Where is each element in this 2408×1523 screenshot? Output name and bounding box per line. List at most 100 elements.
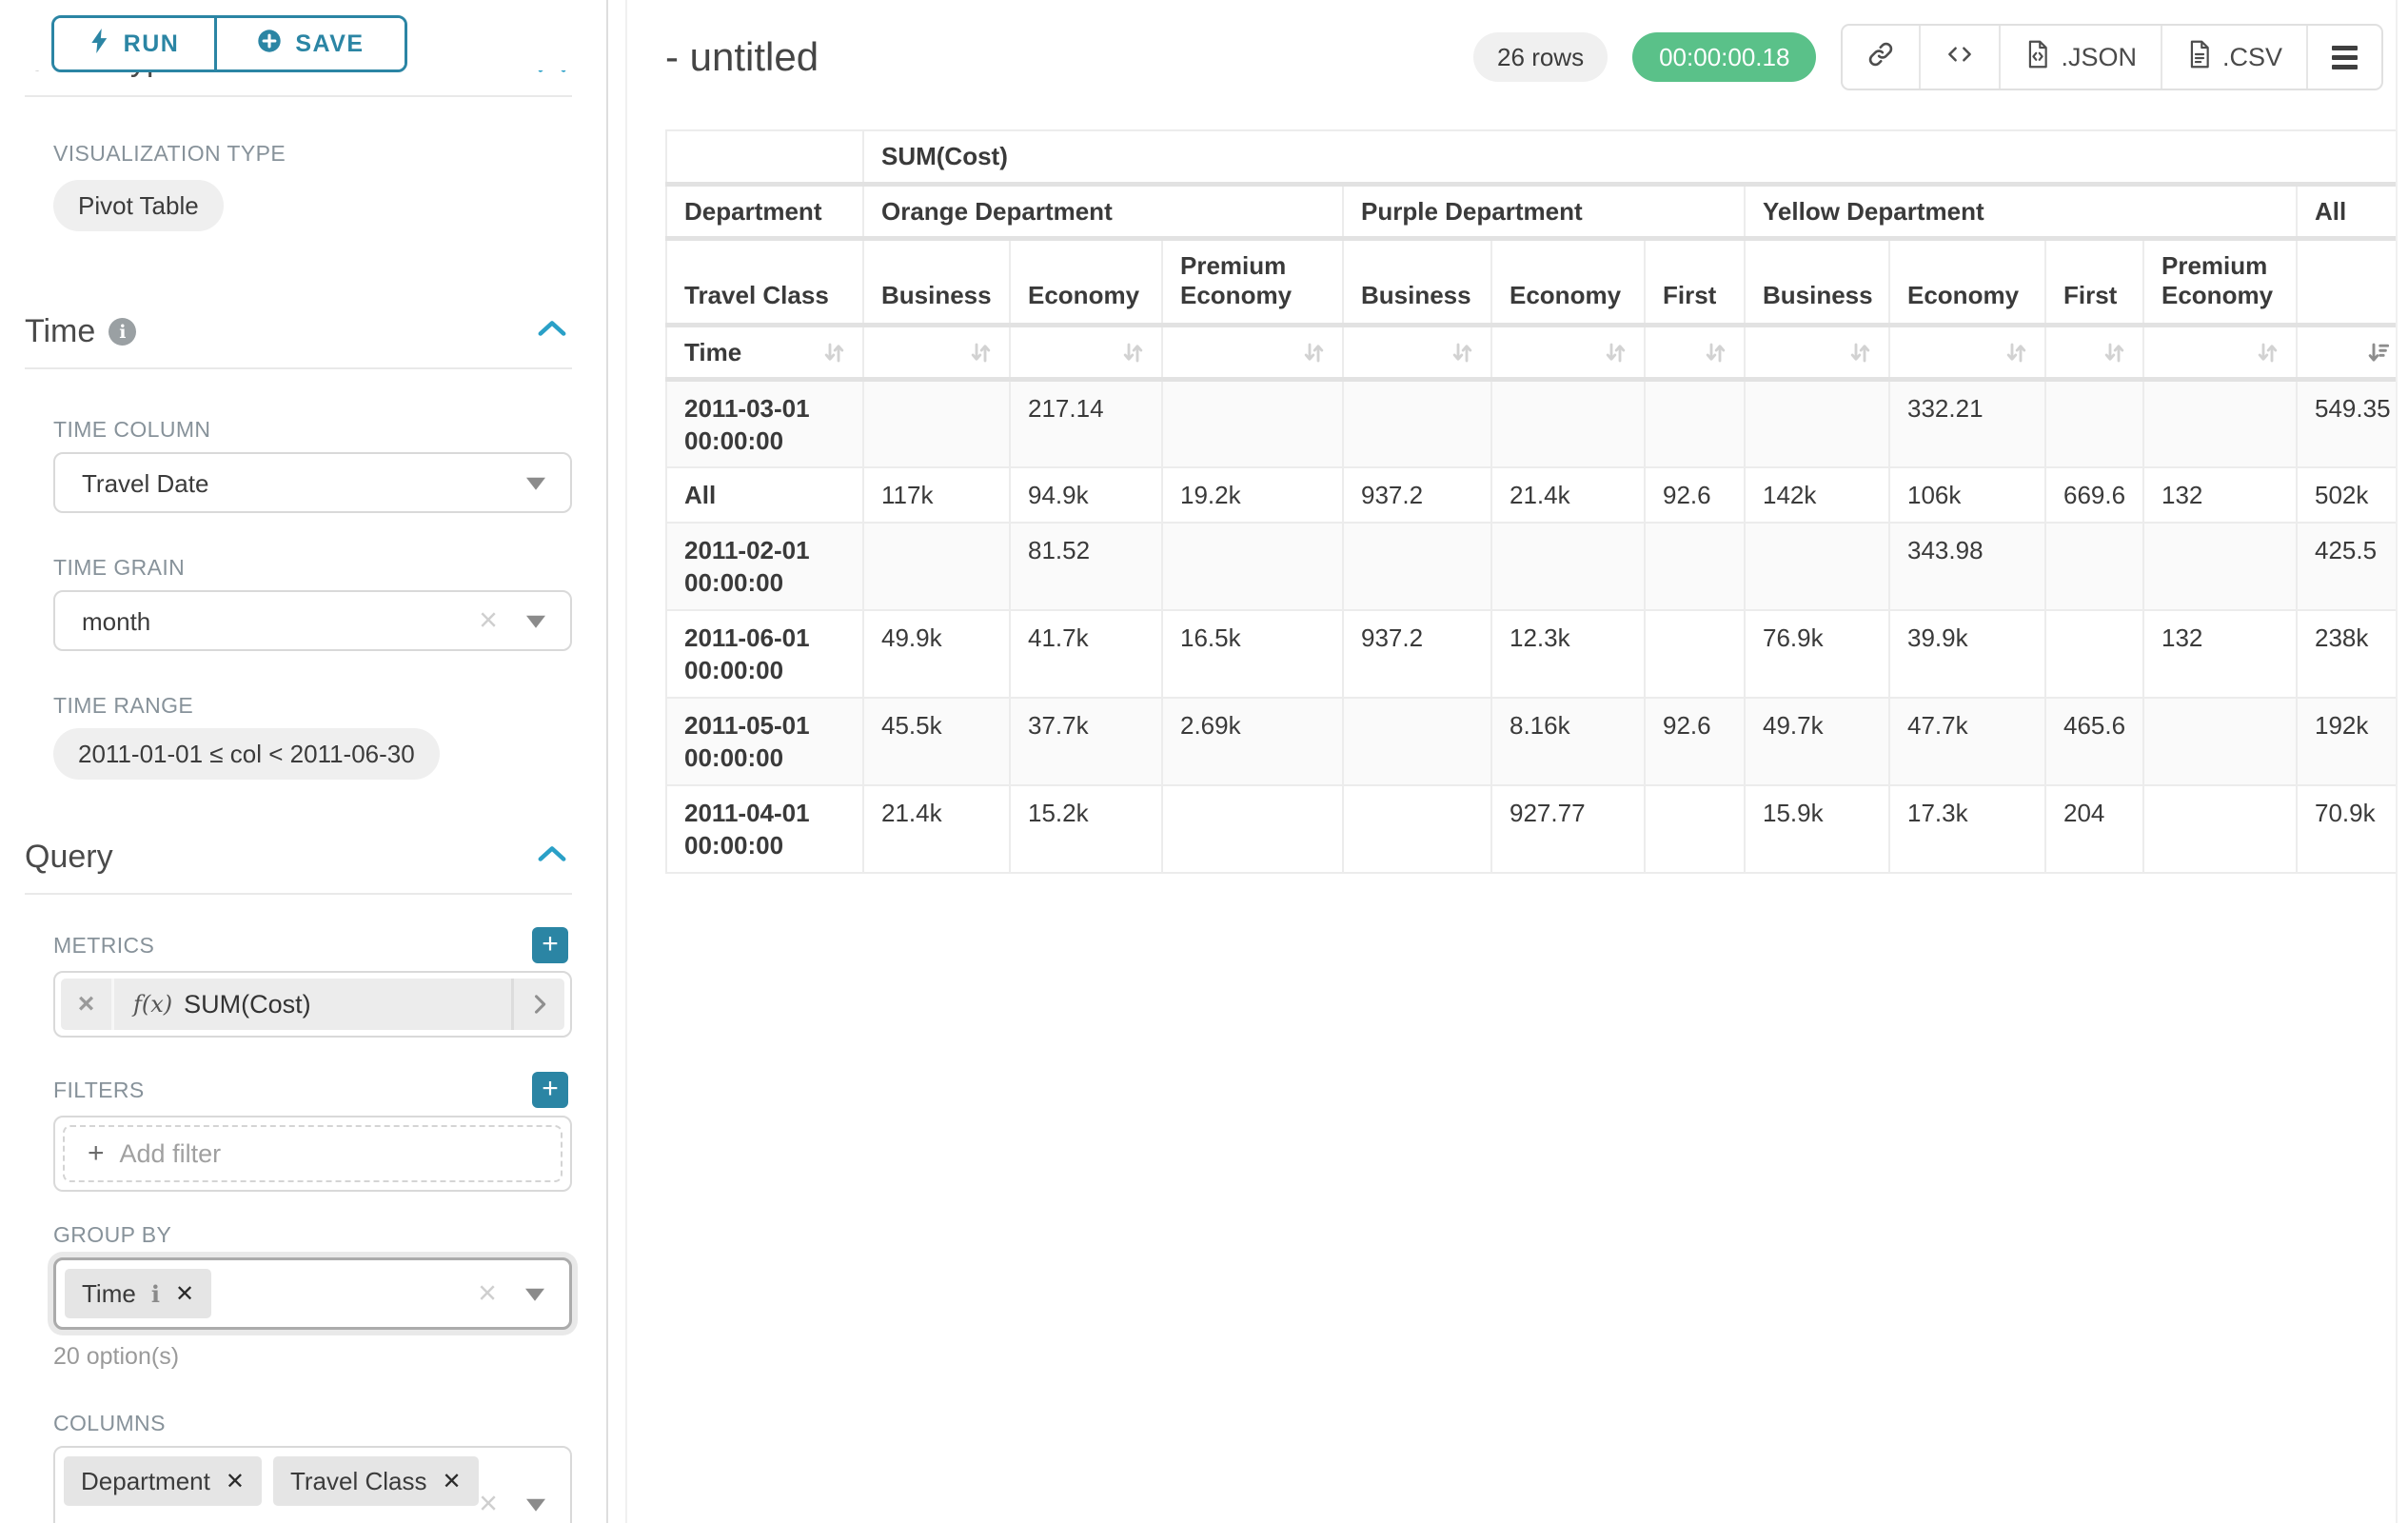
time-range-label: TIME RANGE [53,693,572,719]
sort-icon[interactable] [2063,340,2127,366]
sort-icon[interactable] [1361,340,1475,366]
time-section-header: Time i [25,313,572,350]
sort-cell[interactable] [1491,325,1645,379]
columns-chip[interactable]: Department ✕ [64,1456,262,1506]
view-query-button[interactable] [1919,26,1999,89]
chip-label: Travel Class [290,1467,427,1496]
sort-cell[interactable] [1343,325,1491,379]
caret-down-icon[interactable] [526,1499,545,1512]
sort-cell[interactable] [863,325,1010,379]
sort-icon[interactable] [1510,340,1628,366]
value-cell [863,523,1010,610]
explore-view: Chart Type RUN SAVE [0,0,2408,1523]
value-cell [1343,785,1491,873]
value-cell: 92.6 [1645,698,1745,785]
remove-metric-icon[interactable]: × [61,979,114,1030]
column-subheader: Premium Economy [1162,238,1343,325]
visualization-type-value[interactable]: Pivot Table [53,180,224,231]
sort-icon[interactable] [1907,340,2029,366]
plus-icon: + [542,1075,559,1103]
chevron-right-icon[interactable] [511,979,564,1030]
value-cell: 37.7k [1010,698,1162,785]
sort-icon[interactable] [1763,340,1873,366]
run-save-button-group: RUN SAVE [51,15,407,72]
caret-down-icon[interactable] [526,478,545,490]
remove-chip-icon[interactable]: ✕ [175,1280,194,1308]
group-by-select[interactable]: Time i ✕ × [53,1257,572,1330]
value-cell: 12.3k [1491,610,1645,698]
share-link-button[interactable] [1843,26,1919,89]
group-by-field: GROUP BY Time i ✕ × 20 option(s) [53,1222,572,1371]
sort-cell[interactable] [1745,325,1889,379]
sort-icon[interactable] [1028,340,1146,366]
sort-icon[interactable] [881,340,994,366]
sort-cell[interactable] [1889,325,2045,379]
save-button[interactable]: SAVE [214,18,405,69]
value-cell: 332.21 [1889,379,2045,467]
value-cell: 132 [2143,467,2297,523]
sort-cell[interactable] [1645,325,1745,379]
group-by-chip[interactable]: Time i ✕ [65,1269,211,1318]
value-cell: 15.2k [1010,785,1162,873]
time-section-heading: Time [25,313,95,350]
time-range-value[interactable]: 2011-01-01 ≤ col < 2011-06-30 [53,728,440,780]
visualization-type-label: VISUALIZATION TYPE [53,141,572,167]
clear-icon[interactable]: × [479,603,498,636]
value-cell: 117k [863,467,1010,523]
menu-icon [2332,46,2358,69]
plus-circle-icon [257,29,282,60]
value-cell: 81.52 [1010,523,1162,610]
sort-cell[interactable] [2045,325,2143,379]
column-subheader: Business [863,238,1010,325]
run-button[interactable]: RUN [54,18,214,69]
chart-title[interactable]: - untitled [665,34,819,80]
add-metric-button[interactable]: + [532,927,568,963]
columns-select[interactable]: Department ✕ Travel Class ✕ × [53,1446,572,1523]
sort-cell[interactable] [1010,325,1162,379]
columns-chip[interactable]: Travel Class ✕ [273,1456,479,1506]
time-row-label: Time [684,338,741,367]
time-column-select[interactable]: Travel Date [53,452,572,513]
export-csv-button[interactable]: .CSV [2161,26,2306,89]
sort-cell[interactable] [2143,325,2297,379]
group-by-label: GROUP BY [53,1222,572,1248]
remove-chip-icon[interactable]: ✕ [442,1468,461,1495]
sort-icon[interactable] [821,340,847,366]
caret-down-icon[interactable] [526,616,545,628]
value-cell: 669.6 [2045,467,2143,523]
value-cell [2045,379,2143,467]
sort-desc-cell[interactable] [2297,325,2407,379]
remove-chip-icon[interactable]: ✕ [226,1468,245,1495]
clear-icon[interactable]: × [479,1487,498,1519]
add-filter-dropzone[interactable]: + Add filter [63,1125,563,1182]
panel-resize-divider[interactable] [606,0,627,1523]
value-cell: 343.98 [1889,523,2045,610]
sort-cell[interactable] [1162,325,1343,379]
metric-chip[interactable]: × f(x) SUM(Cost) [61,979,564,1030]
export-button-group: .JSON .CSV [1841,24,2383,90]
chevron-up-icon[interactable] [536,319,568,343]
sort-desc-icon[interactable] [2315,340,2391,366]
page-scrollbar[interactable] [2396,0,2408,1523]
fx-icon: f(x) [133,991,172,1018]
clear-icon[interactable]: × [478,1276,497,1309]
chevron-up-icon[interactable] [536,844,568,868]
add-filter-button[interactable]: + [532,1072,568,1108]
export-json-button[interactable]: .JSON [1999,26,2161,89]
section-divider [25,95,572,97]
sort-icon[interactable] [1663,340,1728,366]
value-cell [2143,523,2297,610]
column-group-header: Purple Department [1343,184,1745,238]
value-cell [1645,785,1745,873]
row-dimension-label: Department [666,184,863,238]
value-cell [1645,523,1745,610]
sort-icon[interactable] [2161,340,2280,366]
more-options-button[interactable] [2306,26,2381,89]
value-cell: 94.9k [1010,467,1162,523]
sort-icon[interactable] [1180,340,1327,366]
caret-down-icon[interactable] [525,1289,544,1301]
export-csv-label: .CSV [2222,43,2282,72]
row-header-cell: All [666,467,863,523]
time-grain-select[interactable]: month × [53,590,572,651]
row-header-cell: 2011-06-01 00:00:00 [666,610,863,698]
